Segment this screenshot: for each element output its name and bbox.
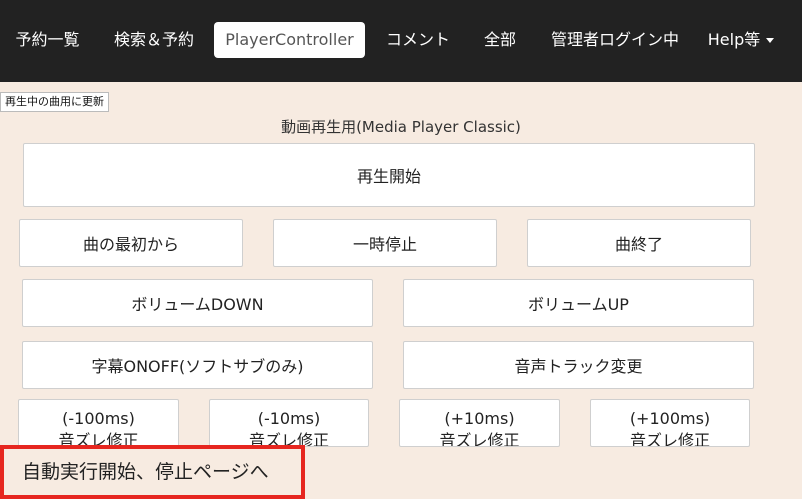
end-song-button[interactable]: 曲終了 <box>527 219 751 267</box>
pause-button[interactable]: 一時停止 <box>273 219 497 267</box>
offset-value: (+100ms) <box>629 409 711 428</box>
audio-track-button[interactable]: 音声トラック変更 <box>403 341 754 389</box>
help-label: Help等 <box>707 30 761 49</box>
offset-value: (+10ms) <box>444 409 515 428</box>
caret-down-icon <box>766 38 775 43</box>
nav-help-dropdown[interactable]: Help等 <box>700 22 782 58</box>
subtitle-toggle-button[interactable]: 字幕ONOFF(ソフトサブのみ) <box>22 341 373 389</box>
nav-admin-logged-in[interactable]: 管理者ログイン中 <box>540 22 690 58</box>
nav-search-reserve[interactable]: 検索＆予約 <box>104 22 204 58</box>
offset-label: 音ズレ修正 <box>439 431 520 447</box>
navbar: 予約一覧 検索＆予約 PlayerController コメント 全部 管理者ロ… <box>0 0 802 82</box>
nav-player-controller[interactable]: PlayerController <box>214 22 365 58</box>
offset-minus-10-button[interactable]: (-10ms) 音ズレ修正 <box>209 399 369 447</box>
offset-value: (-10ms) <box>257 409 321 428</box>
from-start-button[interactable]: 曲の最初から <box>19 219 243 267</box>
volume-down-button[interactable]: ボリュームDOWN <box>22 279 373 327</box>
offset-value: (-100ms) <box>62 409 135 428</box>
nav-comment[interactable]: コメント <box>377 22 459 58</box>
refresh-current-song-button[interactable]: 再生中の曲用に更新 <box>0 92 109 112</box>
play-start-button[interactable]: 再生開始 <box>23 143 755 207</box>
offset-minus-100-button[interactable]: (-100ms) 音ズレ修正 <box>18 399 179 447</box>
nav-all[interactable]: 全部 <box>470 22 530 58</box>
offset-label: 音ズレ修正 <box>629 431 710 447</box>
volume-up-button[interactable]: ボリュームUP <box>403 279 754 327</box>
offset-plus-100-button[interactable]: (+100ms) 音ズレ修正 <box>590 399 750 447</box>
nav-reservation-list[interactable]: 予約一覧 <box>0 22 95 58</box>
section-title: 動画再生用(Media Player Classic) <box>281 118 521 136</box>
auto-run-page-link[interactable]: 自動実行開始、停止ページへ <box>0 445 305 499</box>
offset-plus-10-button[interactable]: (+10ms) 音ズレ修正 <box>399 399 560 447</box>
